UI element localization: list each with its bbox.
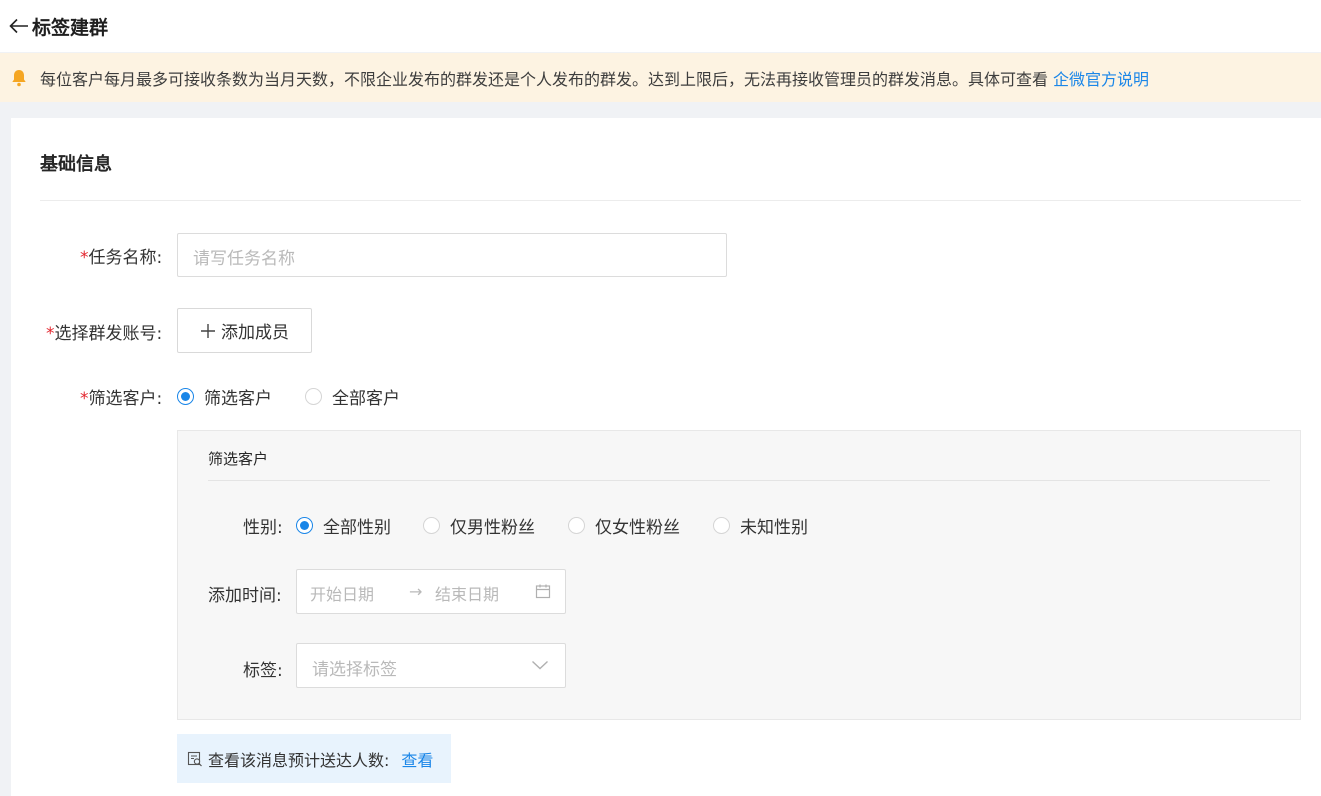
radio-gender-female[interactable]: 仅女性粉丝: [568, 513, 680, 538]
add-member-button[interactable]: 添加成员: [177, 308, 312, 353]
account-label: *选择群发账号:: [46, 324, 163, 344]
radio-gender-unknown-label: 未知性别: [740, 518, 808, 538]
range-arrow-icon: →: [409, 582, 423, 601]
radio-dot: [423, 517, 440, 534]
radio-gender-unknown[interactable]: 未知性别: [713, 513, 808, 538]
page-title: 标签建群: [32, 16, 109, 39]
tags-select[interactable]: 请选择标签: [296, 643, 566, 688]
notice-link[interactable]: 企微官方说明: [1053, 66, 1149, 90]
section-title: 基础信息: [40, 154, 112, 175]
filter-customer-label: *筛选客户:: [80, 389, 163, 409]
radio-dot: [568, 517, 585, 534]
tags-placeholder: 请选择标签: [312, 660, 397, 680]
radio-filter-customer-label: 筛选客户: [204, 389, 272, 409]
plus-icon: [200, 323, 216, 339]
back-arrow-icon[interactable]: [8, 15, 30, 37]
filter-panel-title: 筛选客户: [208, 450, 269, 468]
start-date-placeholder[interactable]: 开始日期: [310, 581, 374, 605]
task-name-input[interactable]: 请写任务名称: [177, 233, 727, 277]
calendar-icon: [535, 583, 551, 599]
preview-text: 查看该消息预计送达人数:: [208, 750, 390, 770]
bell-icon: [11, 69, 29, 87]
required-mark: *: [80, 248, 89, 268]
required-mark: *: [80, 389, 89, 409]
task-name-label: *任务名称:: [80, 248, 163, 268]
main-card: 基础信息 *任务名称: 请写任务名称 *选择群发账号: 添加成员 *筛选客户: …: [11, 118, 1321, 796]
radio-gender-male[interactable]: 仅男性粉丝: [423, 513, 535, 538]
filter-panel: 筛选客户 性别: 全部性别 仅男性粉丝 仅女性粉丝 未知性别 添加时间: 开始日…: [177, 430, 1301, 720]
radio-filter-customer[interactable]: 筛选客户: [177, 384, 272, 409]
notice-banner: 每位客户每月最多可接收条数为当月天数，不限企业发布的群发还是个人发布的群发。达到…: [0, 53, 1321, 102]
preview-link[interactable]: 查看: [401, 747, 433, 771]
radio-gender-female-label: 仅女性粉丝: [595, 518, 680, 538]
notice-text: 每位客户每月最多可接收条数为当月天数，不限企业发布的群发还是个人发布的群发。达到…: [40, 69, 1049, 89]
filter-panel-divider: [208, 480, 1270, 481]
required-mark: *: [46, 324, 55, 344]
radio-all-customers-label: 全部客户: [332, 389, 400, 409]
radio-dot-checked: [177, 388, 194, 405]
radio-dot: [305, 388, 322, 405]
add-member-label: 添加成员: [221, 323, 289, 343]
radio-all-customers[interactable]: 全部客户: [305, 384, 400, 409]
radio-dot: [713, 517, 730, 534]
search-doc-icon: [187, 751, 203, 767]
radio-gender-all[interactable]: 全部性别: [296, 513, 391, 538]
radio-gender-male-label: 仅男性粉丝: [450, 518, 535, 538]
tags-label: 标签:: [243, 661, 283, 681]
top-bar: 标签建群: [0, 0, 1321, 52]
add-time-label: 添加时间:: [208, 586, 282, 606]
date-range-picker[interactable]: 开始日期 → 结束日期: [296, 569, 566, 614]
task-name-placeholder: 请写任务名称: [193, 249, 295, 269]
radio-gender-all-label: 全部性别: [323, 518, 391, 538]
section-divider: [40, 200, 1301, 201]
radio-dot-checked: [296, 517, 313, 534]
end-date-placeholder[interactable]: 结束日期: [435, 581, 499, 605]
gender-label: 性别:: [243, 518, 283, 538]
chevron-down-icon: [531, 659, 549, 671]
preview-bar: 查看该消息预计送达人数: 查看: [177, 734, 451, 783]
